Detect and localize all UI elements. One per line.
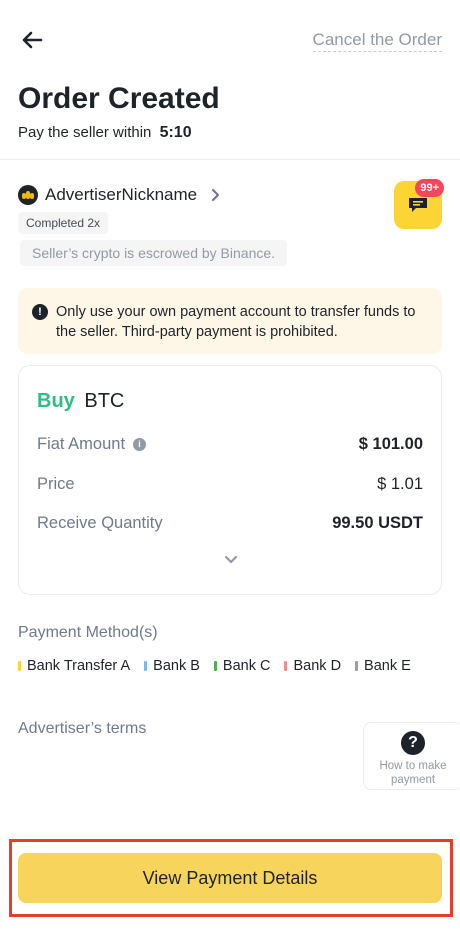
- quantity-label: Receive Quantity: [37, 513, 163, 532]
- payment-methods-list: Bank Transfer A Bank B Bank C Bank D Ban…: [18, 658, 425, 674]
- page-title: Order Created: [18, 82, 220, 115]
- completed-badge: Completed 2x: [18, 212, 109, 234]
- price-value: $ 1.01: [377, 474, 423, 493]
- alert-icon: !: [32, 304, 48, 320]
- method-color-bar: [144, 661, 148, 671]
- notice-text: Only use your own payment account to tra…: [56, 304, 416, 340]
- method-label: Bank E: [364, 658, 411, 674]
- payment-method-item[interactable]: Bank B: [144, 658, 200, 674]
- fiat-amount-value: $ 101.00: [358, 434, 423, 453]
- avatar: [18, 185, 38, 205]
- method-color-bar: [213, 661, 217, 671]
- divider: [0, 159, 460, 160]
- payment-method-item[interactable]: Bank D: [284, 658, 341, 674]
- payment-notice: ! Only use your own payment account to t…: [18, 288, 442, 354]
- chevron-right-icon: [212, 188, 220, 202]
- method-label: Bank B: [153, 658, 200, 674]
- price-row: Price $ 1.01: [37, 473, 423, 495]
- method-color-bar: [284, 661, 288, 671]
- view-payment-details-button[interactable]: View Payment Details: [18, 853, 442, 903]
- question-icon: ?: [401, 731, 425, 755]
- how-to-pay-button[interactable]: ? How to make payment: [363, 722, 460, 790]
- chat-icon: [409, 198, 427, 212]
- method-color-bar: [355, 661, 359, 671]
- method-label: Bank D: [293, 658, 342, 674]
- timer-label: Pay the seller within: [18, 124, 152, 141]
- asset-label: BTC: [84, 390, 125, 412]
- advertiser-terms-title: Advertiser’s terms: [18, 720, 147, 737]
- timer-value: 5:10: [159, 124, 192, 141]
- payment-methods-title: Payment Method(s): [18, 624, 158, 641]
- order-side: Buy BTC: [37, 390, 124, 413]
- how-to-pay-label: How to make payment: [379, 760, 447, 786]
- method-label: Bank Transfer A: [27, 658, 131, 674]
- side-label: Buy: [37, 390, 75, 412]
- info-icon[interactable]: i: [133, 437, 147, 451]
- fiat-amount-row: Fiat Amount i $ 101.00: [37, 433, 423, 455]
- cancel-order-link[interactable]: Cancel the Order: [312, 30, 442, 52]
- payment-method-item[interactable]: Bank C: [213, 658, 271, 674]
- fiat-amount-label: Fiat Amount: [37, 434, 126, 453]
- arrow-left-icon[interactable]: [18, 26, 46, 54]
- chat-button[interactable]: 99+: [394, 179, 444, 229]
- payment-timer: Pay the seller within 5:10: [18, 124, 192, 142]
- top-bar: Cancel the Order: [0, 0, 460, 80]
- payment-method-item[interactable]: Bank Transfer A: [18, 658, 130, 674]
- order-summary-card: Buy BTC Fiat Amount i $ 101.00 Price $ 1…: [18, 365, 442, 595]
- chevron-down-icon[interactable]: [223, 552, 239, 568]
- payment-method-item[interactable]: Bank E: [355, 658, 411, 674]
- advertiser-name: AdvertiserNickname: [45, 185, 198, 204]
- escrow-note: Seller’s crypto is escrowed by Binance.: [20, 240, 288, 266]
- advertiser-link[interactable]: AdvertiserNickname: [18, 183, 221, 207]
- method-color-bar: [18, 661, 21, 671]
- chat-badge: 99+: [415, 179, 444, 197]
- price-label: Price: [37, 474, 75, 493]
- quantity-row: Receive Quantity 99.50 USDT: [37, 512, 423, 534]
- method-label: Bank C: [222, 658, 271, 674]
- quantity-value: 99.50 USDT: [332, 513, 423, 532]
